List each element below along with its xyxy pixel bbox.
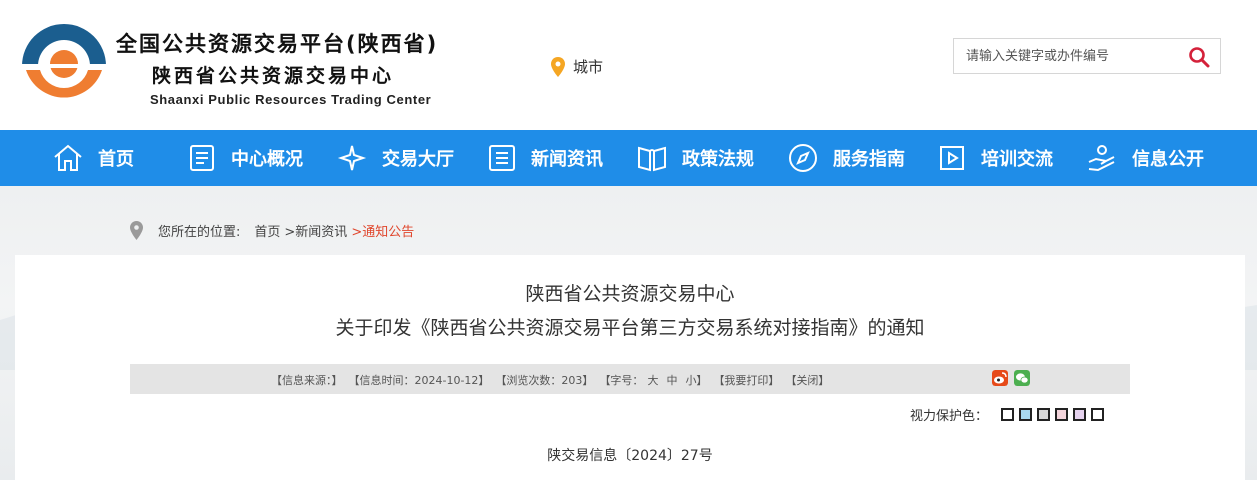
article-panel: 陕西省公共资源交易中心 关于印发《陕西省公共资源交易平台第三方交易系统对接指南》… <box>15 255 1245 480</box>
font-size-small[interactable]: 小】 <box>685 372 707 388</box>
swatch-purple[interactable] <box>1073 408 1087 421</box>
font-size-label: 【字号： <box>599 374 644 387</box>
location-pin-icon <box>551 56 565 77</box>
site-title-line2: 陕西省公共资源交易中心 <box>152 65 395 87</box>
home-icon <box>54 144 82 171</box>
nav-label: 政策法规 <box>682 149 754 170</box>
nav-item-about[interactable]: 中心概况 <box>187 130 303 186</box>
close-button[interactable]: 【关闭】 <box>785 372 829 388</box>
eye-care-label: 视力保护色： <box>910 409 989 424</box>
swatch-gray[interactable] <box>1037 408 1051 421</box>
article-title-line2: 关于印发《陕西省公共资源交易平台第三方交易系统对接指南》的通知 <box>335 317 925 339</box>
breadcrumb-prefix: 您所在的位置: <box>158 225 241 240</box>
search-input[interactable] <box>954 39 1174 73</box>
breadcrumb-news[interactable]: >新闻资讯 <box>284 221 347 240</box>
swatch-pink[interactable] <box>1055 408 1069 421</box>
nav-label: 中心概况 <box>231 149 303 170</box>
city-selector[interactable]: 城市 <box>551 56 603 77</box>
site-header: 全国公共资源交易平台(陕西省) 陕西省公共资源交易中心 Shaanxi Publ… <box>0 0 1257 130</box>
book-icon <box>638 146 666 172</box>
nav-item-service-guide[interactable]: 服务指南 <box>787 130 905 186</box>
nav-item-news[interactable]: 新闻资讯 <box>487 130 603 186</box>
swatch-default[interactable] <box>1091 408 1105 421</box>
nav-item-info-disclosure[interactable]: 信息公开 <box>1086 130 1204 186</box>
main-nav: 首页 中心概况 交易大厅 新闻资讯 政策法规 服务指南 培训交流 信息公开 <box>0 130 1257 186</box>
eye-care-colors: 视力保护色： <box>910 405 1105 424</box>
article-info-bar: 【信息来源：】 【信息时间：2024-10-12】 【浏览次数：203】 【字号… <box>130 364 1130 394</box>
info-items: 【信息来源：】 【信息时间：2024-10-12】 【浏览次数：203】 【字号… <box>271 372 835 388</box>
list-icon <box>489 145 515 171</box>
location-pin-icon <box>130 221 143 240</box>
nav-label: 新闻资讯 <box>531 149 603 170</box>
document-icon <box>190 145 214 171</box>
nav-item-training[interactable]: 培训交流 <box>937 130 1053 186</box>
nav-item-policy[interactable]: 政策法规 <box>636 130 754 186</box>
swatch-white[interactable] <box>1001 408 1015 421</box>
site-title-line1: 全国公共资源交易平台(陕西省) <box>116 32 439 56</box>
compass-icon <box>789 144 817 172</box>
city-label: 城市 <box>573 58 604 76</box>
font-size-large[interactable]: 大 <box>647 372 658 388</box>
search-box <box>953 38 1221 74</box>
print-button[interactable]: 【我要打印】 <box>713 372 779 388</box>
font-size-medium[interactable]: 中 <box>666 372 677 388</box>
info-source: 【信息来源：】 <box>271 374 343 387</box>
wechat-share-icon[interactable] <box>1014 370 1030 386</box>
nav-item-trading-hall[interactable]: 交易大厅 <box>336 130 454 186</box>
nav-label: 信息公开 <box>1132 149 1204 170</box>
site-title: 全国公共资源交易平台(陕西省) 陕西省公共资源交易中心 Shaanxi Publ… <box>116 28 438 107</box>
nav-label: 培训交流 <box>981 149 1053 170</box>
document-number: 陕交易信息〔2024〕27号 <box>547 448 713 464</box>
hand-icon <box>1088 145 1115 172</box>
site-logo[interactable] <box>18 20 110 108</box>
article-title-line1: 陕西省公共资源交易中心 <box>525 283 735 305</box>
swatch-blue[interactable] <box>1019 408 1033 421</box>
breadcrumb: 您所在的位置: 首页 >新闻资讯 >通知公告 <box>130 221 414 240</box>
nav-item-home[interactable]: 首页 <box>52 130 134 186</box>
info-views: 【浏览次数：203】 <box>495 374 594 387</box>
breadcrumb-home[interactable]: 首页 <box>254 221 280 240</box>
weibo-share-icon[interactable] <box>992 370 1008 386</box>
breadcrumb-current[interactable]: >通知公告 <box>351 221 414 240</box>
nav-label: 交易大厅 <box>382 149 454 170</box>
nav-label: 服务指南 <box>833 149 905 170</box>
sparkle-icon <box>337 145 367 171</box>
nav-label: 首页 <box>98 149 134 170</box>
info-time: 【信息时间：2024-10-12】 <box>348 374 490 387</box>
video-icon <box>940 146 964 170</box>
site-title-english: Shaanxi Public Resources Trading Center <box>150 92 432 107</box>
search-icon[interactable] <box>1188 46 1210 68</box>
